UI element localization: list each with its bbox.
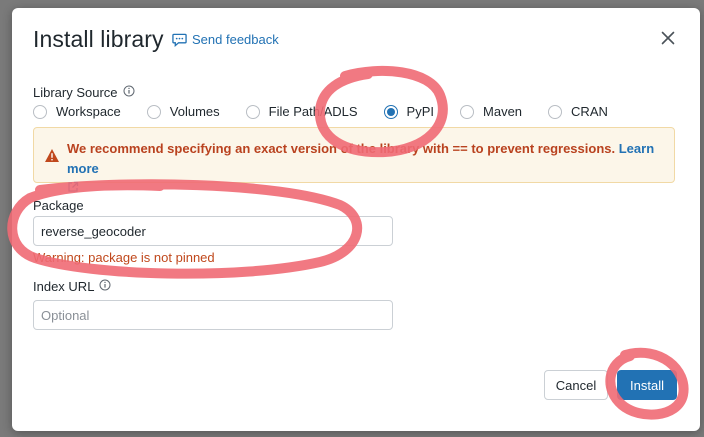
warning-icon bbox=[44, 148, 60, 168]
index-url-text: Index URL bbox=[33, 279, 95, 294]
library-source-radio-group: Workspace Volumes File Path/ADLS PyPI Ma… bbox=[33, 104, 634, 119]
info-icon[interactable] bbox=[99, 279, 111, 294]
send-feedback-label: Send feedback bbox=[192, 32, 279, 47]
install-library-dialog: Install library Send feedback Library So… bbox=[12, 8, 700, 431]
install-button[interactable]: Install bbox=[617, 370, 677, 400]
send-feedback-link[interactable]: Send feedback bbox=[172, 32, 279, 47]
radio-label: Maven bbox=[483, 104, 523, 119]
close-icon bbox=[661, 31, 675, 50]
radio-label: Volumes bbox=[169, 104, 220, 119]
library-source-label: Library Source bbox=[33, 85, 135, 100]
package-label: Package bbox=[33, 198, 84, 213]
close-button[interactable] bbox=[658, 30, 678, 50]
radio-maven[interactable]: Maven bbox=[460, 104, 522, 119]
radio-label: File Path/ADLS bbox=[268, 104, 358, 119]
version-warning-alert: We recommend specifying an exact version… bbox=[33, 127, 675, 192]
radio-circle[interactable] bbox=[33, 104, 47, 119]
radio-label: Workspace bbox=[56, 104, 121, 119]
radio-circle[interactable] bbox=[460, 104, 475, 119]
radio-workspace[interactable]: Workspace bbox=[33, 104, 121, 119]
radio-label: PyPI bbox=[406, 104, 435, 119]
external-link-icon[interactable] bbox=[67, 179, 79, 199]
radio-file-path-adls[interactable]: File Path/ADLS bbox=[245, 104, 358, 119]
radio-circle[interactable] bbox=[146, 104, 161, 119]
radio-circle[interactable] bbox=[383, 104, 398, 119]
dialog-title: Install library bbox=[33, 26, 164, 52]
package-warning: Warning: package is not pinned bbox=[33, 250, 215, 265]
package-input[interactable] bbox=[33, 216, 393, 246]
radio-volumes[interactable]: Volumes bbox=[146, 104, 220, 119]
index-url-input[interactable] bbox=[33, 300, 393, 330]
radio-pypi[interactable]: PyPI bbox=[383, 104, 435, 119]
cancel-button[interactable]: Cancel bbox=[544, 370, 608, 400]
index-url-label: Index URL bbox=[33, 279, 111, 294]
radio-cran[interactable]: CRAN bbox=[548, 104, 608, 119]
feedback-icon bbox=[172, 32, 187, 47]
radio-label: CRAN bbox=[571, 104, 608, 119]
library-source-text: Library Source bbox=[33, 85, 118, 100]
info-icon[interactable] bbox=[123, 85, 135, 100]
alert-message: We recommend specifying an exact version… bbox=[67, 139, 667, 199]
radio-circle[interactable] bbox=[548, 104, 563, 119]
radio-circle[interactable] bbox=[245, 104, 260, 119]
alert-text: We recommend specifying an exact version… bbox=[67, 141, 616, 156]
